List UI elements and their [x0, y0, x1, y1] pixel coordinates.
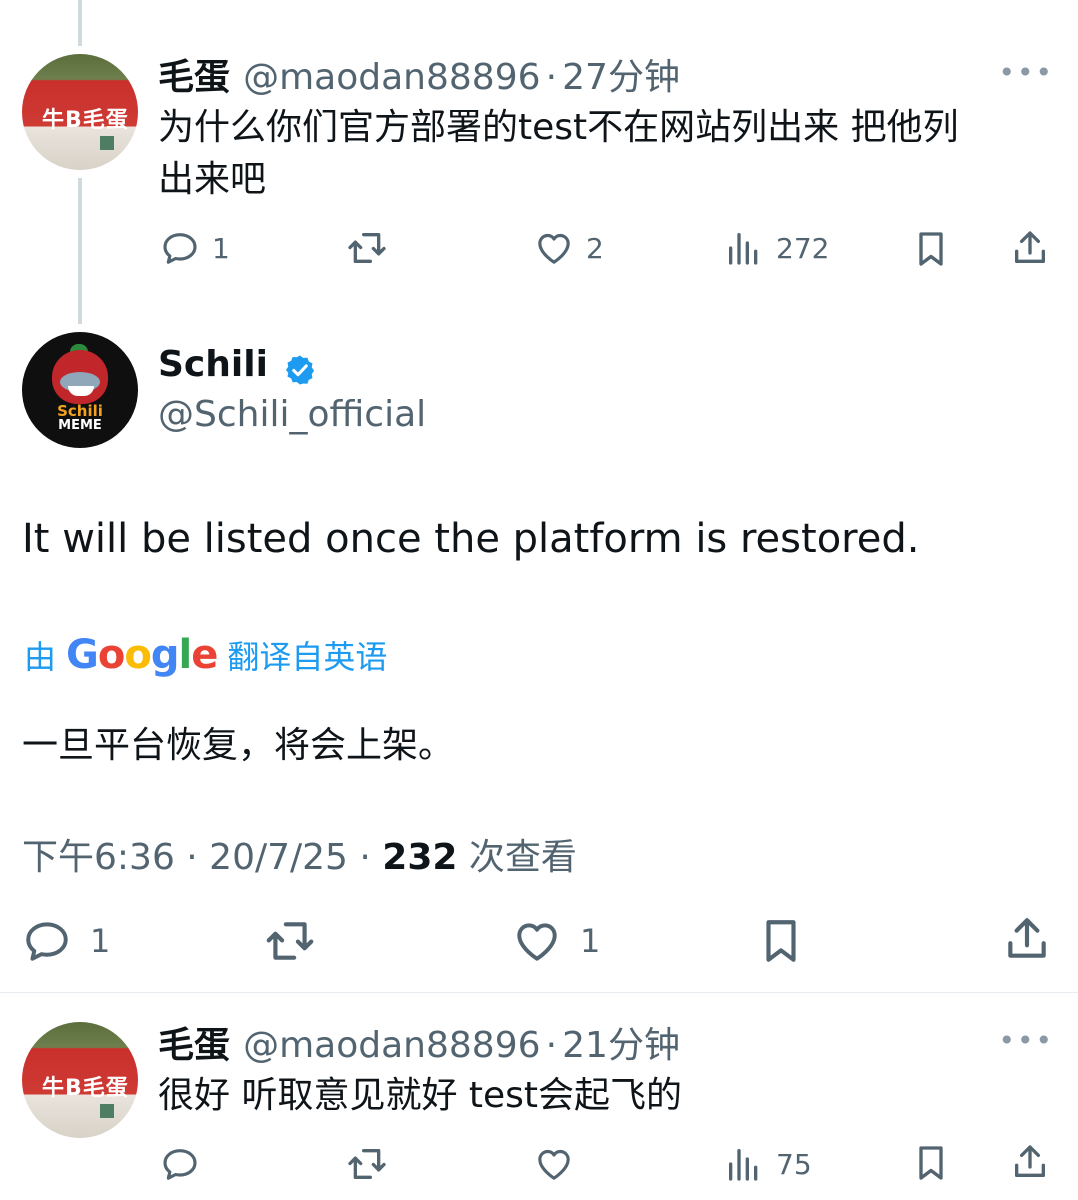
retweet-icon	[345, 1144, 389, 1184]
reply-button[interactable]	[160, 1144, 200, 1184]
avatar[interactable]: 牛B毛蛋	[22, 1022, 138, 1138]
avatar-sign-text: 牛B毛蛋	[42, 108, 129, 133]
thread-line-middle	[78, 178, 82, 324]
reply-button[interactable]: 1	[22, 916, 110, 966]
translate-prefix: 由	[24, 638, 57, 676]
separator-dot: ·	[545, 57, 558, 98]
share-icon	[1010, 228, 1050, 268]
reply-button[interactable]: 1	[160, 228, 230, 268]
like-button[interactable]: 1	[512, 916, 600, 966]
bookmark-icon	[911, 1142, 951, 1184]
bookmark-icon	[756, 914, 806, 968]
author-name[interactable]: 毛蛋	[158, 57, 230, 98]
reply-icon	[160, 228, 200, 268]
tweet-3-header: 毛蛋 @maodan88896 · 21分钟	[158, 1016, 680, 1068]
bookmark-button[interactable]	[911, 1142, 951, 1184]
tweet-text: 很好 听取意见就好 test会起飞的	[158, 1075, 683, 1116]
views-count: 272	[776, 231, 830, 265]
author-name[interactable]: Schili	[158, 344, 268, 385]
like-count: 1	[580, 922, 601, 960]
share-button[interactable]	[1010, 228, 1050, 268]
views-button[interactable]: 272	[724, 228, 829, 268]
reply-count: 1	[212, 231, 230, 265]
author-handle[interactable]: @Schili_official	[158, 394, 426, 435]
share-icon	[1002, 914, 1052, 964]
translated-text: 一旦平台恢复，将会上架。	[22, 725, 455, 766]
author-handle[interactable]: @maodan88896	[243, 1025, 540, 1066]
retweet-button[interactable]	[345, 228, 389, 268]
bookmark-button[interactable]	[756, 914, 806, 968]
author-name-row: Schili	[158, 344, 317, 391]
author-name[interactable]: 毛蛋	[158, 1025, 230, 1066]
tweet-timestamp-row: 下午6:36 · 20/7/25 · 232 次查看	[22, 828, 577, 880]
views-icon	[724, 228, 764, 268]
avatar-qr-patch	[100, 136, 114, 150]
thread-line-top	[78, 0, 82, 46]
avatar[interactable]: 牛B毛蛋	[22, 54, 138, 170]
post-time[interactable]: 21分钟	[562, 1025, 680, 1066]
tweet-1-header: 毛蛋 @maodan88896 · 27分钟	[158, 48, 680, 100]
views-icon	[724, 1144, 764, 1184]
bookmark-button[interactable]	[911, 228, 951, 270]
google-logo: Google	[66, 632, 218, 678]
views-button[interactable]: 75	[724, 1144, 812, 1184]
view-count: 232	[382, 837, 458, 878]
translate-suffix: 翻译自英语	[227, 638, 388, 676]
more-icon[interactable]: •••	[998, 1024, 1054, 1057]
retweet-button[interactable]	[345, 1144, 389, 1184]
post-time[interactable]: 27分钟	[562, 57, 680, 98]
retweet-button[interactable]	[262, 916, 318, 966]
tweet-text-line: 为什么你们官方部署的test不在网站列出来 把他列	[158, 107, 959, 148]
tweet-1-text: 为什么你们官方部署的test不在网站列出来 把他列 出来吧	[158, 102, 959, 206]
avatar-sign-text: 牛B毛蛋	[42, 1076, 129, 1101]
avatar-logo-subtext: MEME	[58, 418, 102, 433]
like-button[interactable]: 2	[534, 228, 604, 268]
tweet-text-line: 出来吧	[158, 159, 267, 200]
like-icon	[534, 1144, 574, 1184]
reply-icon	[160, 1144, 200, 1184]
view-label: 次查看	[457, 837, 577, 878]
timestamp[interactable]: 下午6:36 · 20/7/25 ·	[22, 837, 382, 878]
tweet-text: It will be listed once the platform is r…	[22, 516, 920, 562]
separator-dot: ·	[545, 1025, 558, 1066]
more-icon[interactable]: •••	[998, 56, 1054, 89]
share-button[interactable]	[1002, 914, 1052, 964]
avatar[interactable]: Schili MEME	[22, 332, 138, 448]
share-icon	[1010, 1142, 1050, 1182]
divider	[0, 992, 1078, 993]
reply-icon	[22, 916, 72, 966]
avatar-qr-patch	[100, 1104, 114, 1118]
retweet-icon	[345, 228, 389, 268]
like-button[interactable]	[534, 1144, 574, 1184]
verified-badge-icon	[283, 353, 317, 391]
like-count: 2	[586, 231, 604, 265]
views-count: 75	[776, 1147, 812, 1181]
bookmark-icon	[911, 228, 951, 270]
like-icon	[512, 916, 562, 966]
like-icon	[534, 228, 574, 268]
translation-attribution[interactable]: 由 Google 翻译自英语	[24, 632, 387, 678]
author-handle[interactable]: @maodan88896	[243, 57, 540, 98]
share-button[interactable]	[1010, 1142, 1050, 1182]
reply-count: 1	[90, 922, 111, 960]
retweet-icon	[262, 916, 318, 966]
